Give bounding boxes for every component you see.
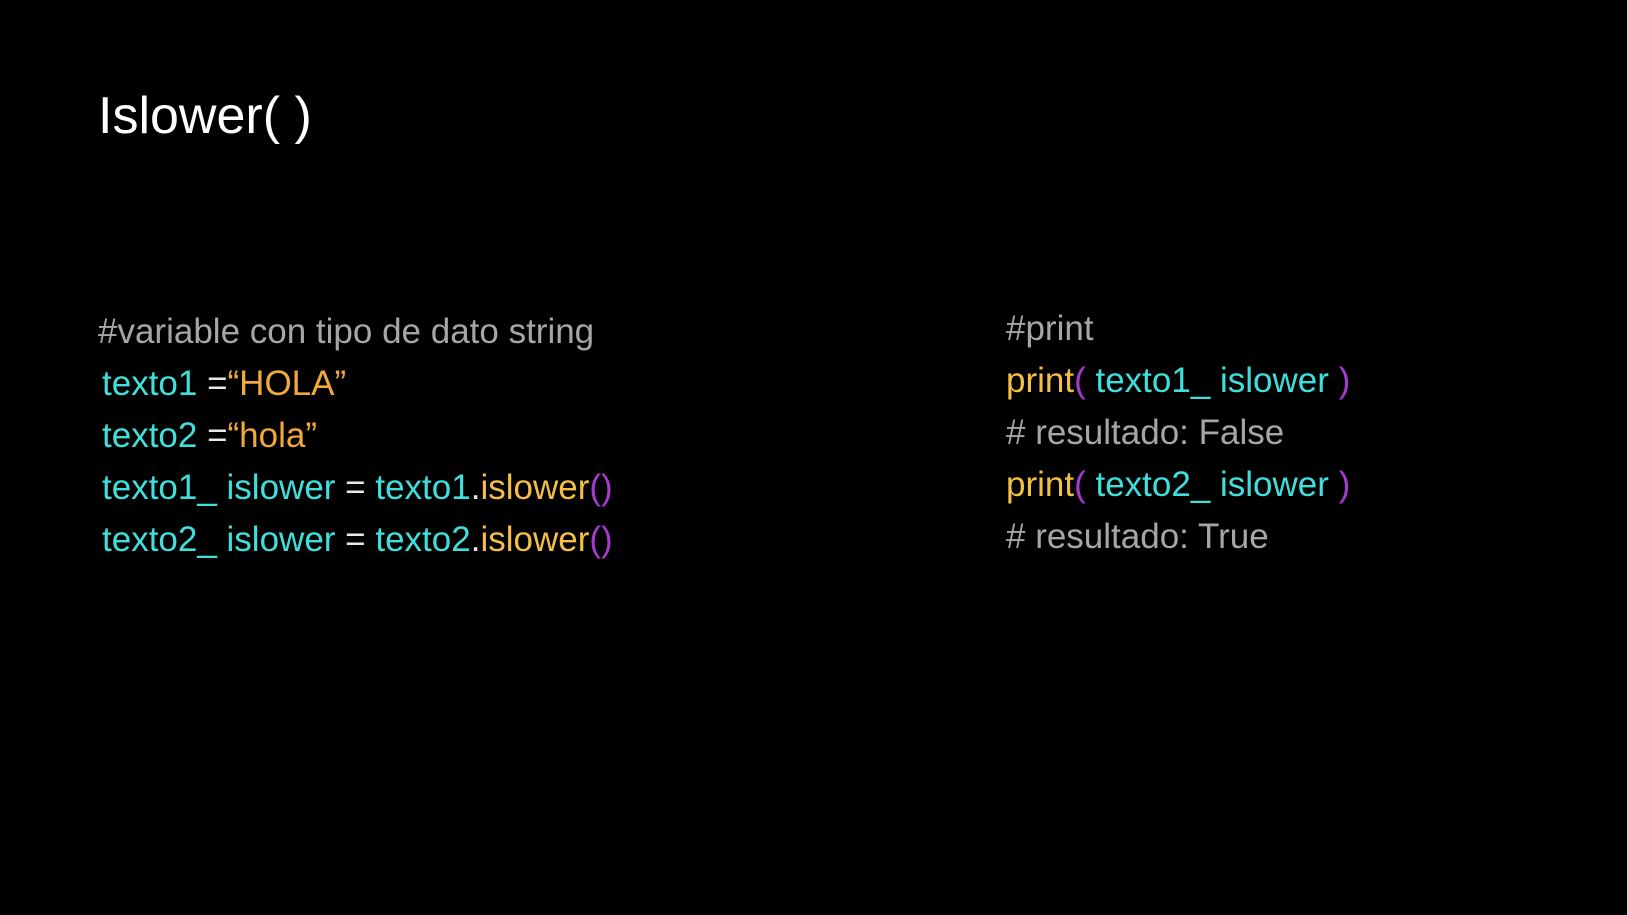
open-paren: ( (1074, 361, 1086, 400)
variable-name: texto2 (102, 416, 198, 455)
string-literal: “HOLA” (227, 364, 347, 403)
dot-operator: . (470, 468, 481, 507)
variable-name: texto1_ islower (102, 468, 336, 507)
assign-operator: = (197, 416, 228, 455)
code-line-texto1: texto1 =“HOLA” (98, 358, 613, 410)
open-paren: ( (1074, 465, 1086, 504)
assign-operator: = (197, 364, 228, 403)
code-line-texto2: texto2 =“hola” (98, 410, 613, 462)
call-parens: () (589, 468, 613, 507)
assign-operator: = (335, 468, 376, 507)
print-argument: texto1_ islower (1085, 361, 1339, 400)
right-code-block: #print print( texto1_ islower ) # result… (1006, 303, 1350, 563)
object-name: texto1 (375, 468, 471, 507)
assign-operator: = (335, 520, 376, 559)
code-comment-line: #variable con tipo de dato string (98, 306, 613, 358)
print-argument: texto2_ islower (1085, 465, 1339, 504)
result-line-1: # resultado: False (1006, 407, 1350, 459)
print-line-1: print( texto1_ islower ) (1006, 355, 1350, 407)
print-function: print (1006, 465, 1075, 504)
result-line-2: # resultado: True (1006, 511, 1350, 563)
code-comment: #print (1006, 309, 1094, 348)
method-name: islower (480, 520, 590, 559)
close-paren: ) (1338, 465, 1351, 504)
print-comment-line: #print (1006, 303, 1350, 355)
slide: Islower( ) #variable con tipo de dato st… (0, 0, 1627, 915)
print-function: print (1006, 361, 1075, 400)
object-name: texto2 (375, 520, 471, 559)
result-comment: # resultado: False (1006, 413, 1285, 452)
result-comment: # resultado: True (1006, 517, 1269, 556)
slide-title: Islower( ) (98, 87, 312, 145)
call-parens: () (589, 520, 613, 559)
close-paren: ) (1338, 361, 1351, 400)
method-name: islower (480, 468, 590, 507)
variable-name: texto2_ islower (102, 520, 336, 559)
string-literal: “hola” (227, 416, 318, 455)
left-code-block: #variable con tipo de dato string texto1… (98, 306, 613, 566)
print-line-2: print( texto2_ islower ) (1006, 459, 1350, 511)
variable-name: texto1 (102, 364, 198, 403)
code-line-texto2-islower: texto2_ islower = texto2.islower() (98, 514, 613, 566)
code-line-texto1-islower: texto1_ islower = texto1.islower() (98, 462, 613, 514)
code-comment: #variable con tipo de dato string (98, 312, 595, 351)
dot-operator: . (470, 520, 481, 559)
